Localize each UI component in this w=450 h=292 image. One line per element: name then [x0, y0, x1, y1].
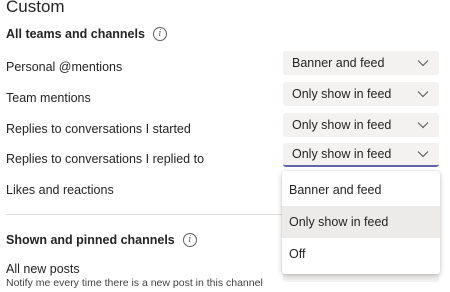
- section-title: Shown and pinned channels: [6, 233, 175, 247]
- dropdown-menu: Banner and feed Only show in feed Off: [282, 171, 440, 274]
- replies-started-dropdown[interactable]: Only show in feed: [283, 113, 439, 137]
- dropdown-value: Only show in feed: [292, 118, 392, 132]
- dropdown-value: Only show in feed: [292, 87, 392, 101]
- section-all-teams: All teams and channels i: [6, 26, 167, 42]
- section-title: All teams and channels: [6, 27, 145, 41]
- page-title: Custom: [6, 0, 65, 16]
- chevron-down-icon: [417, 151, 429, 158]
- personal-mentions-dropdown[interactable]: Banner and feed: [283, 51, 439, 75]
- row-label-team-mentions: Team mentions: [6, 91, 91, 105]
- section-shown-pinned: Shown and pinned channels i: [6, 232, 197, 248]
- row-label-likes-reactions: Likes and reactions: [6, 183, 114, 197]
- all-new-posts-description: Notify me every time there is a new post…: [6, 277, 263, 289]
- row-label-replies-started: Replies to conversations I started: [6, 122, 191, 136]
- team-mentions-dropdown[interactable]: Only show in feed: [283, 82, 439, 106]
- dropdown-value: Banner and feed: [292, 56, 385, 70]
- row-label-all-new-posts: All new posts: [6, 262, 80, 276]
- chevron-down-icon: [417, 60, 429, 67]
- chevron-down-icon: [417, 91, 429, 98]
- info-icon[interactable]: i: [182, 233, 197, 247]
- chevron-down-icon: [417, 122, 429, 129]
- menu-option-off[interactable]: Off: [282, 238, 440, 270]
- row-label-personal-mentions: Personal @mentions: [6, 60, 123, 74]
- menu-option-banner-and-feed[interactable]: Banner and feed: [282, 174, 440, 206]
- info-icon[interactable]: i: [152, 27, 167, 41]
- replies-replied-dropdown[interactable]: Only show in feed: [283, 143, 439, 167]
- dropdown-value: Only show in feed: [292, 147, 392, 161]
- menu-option-only-show-in-feed[interactable]: Only show in feed: [282, 206, 440, 238]
- row-label-replies-replied: Replies to conversations I replied to: [6, 152, 205, 166]
